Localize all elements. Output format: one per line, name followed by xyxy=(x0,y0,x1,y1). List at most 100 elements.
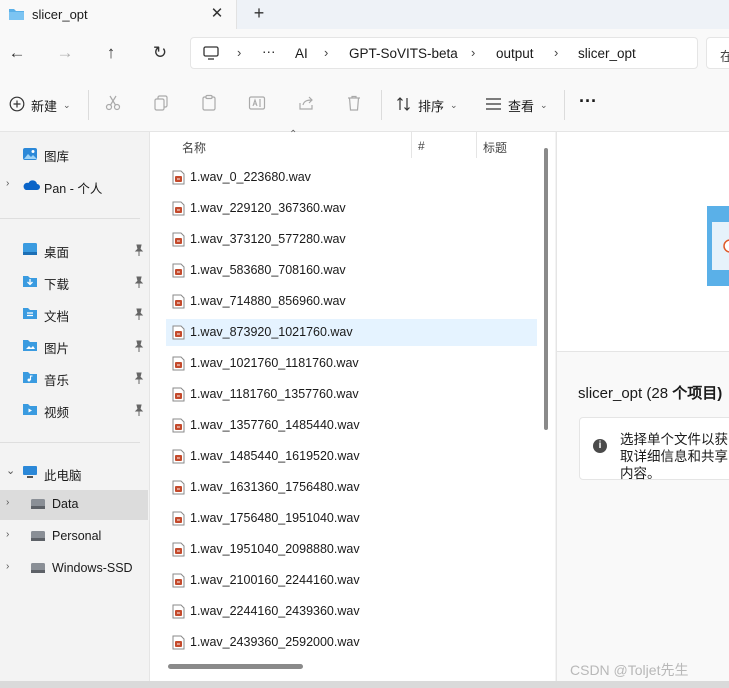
nav-item-onedrive[interactable]: › Pan - 个人 xyxy=(0,171,148,201)
refresh-icon[interactable]: ↻ xyxy=(148,41,172,65)
file-row[interactable]: 1.wav_1756480_1951040.wav xyxy=(166,505,537,532)
file-row[interactable]: 1.wav_1357760_1485440.wav xyxy=(166,412,537,439)
nav-item-pictures[interactable]: 图片 xyxy=(0,331,148,361)
file-row[interactable]: 1.wav_1181760_1357760.wav xyxy=(166,381,537,408)
rename-icon[interactable] xyxy=(248,94,270,116)
file-row[interactable]: 1.wav_1951040_2098880.wav xyxy=(166,536,537,563)
chevron-right-icon[interactable]: › xyxy=(6,178,9,189)
pin-icon[interactable] xyxy=(134,404,144,419)
command-bar: 新建 ⌄ 排序 ⌄ 查看 ⌄ ··· xyxy=(0,77,729,132)
music-folder-icon xyxy=(22,370,38,387)
sort-button[interactable]: 排序 ⌄ xyxy=(396,94,458,116)
wav-file-icon xyxy=(172,387,185,405)
nav-item-videos[interactable]: 视频 xyxy=(0,395,148,425)
file-row[interactable]: 1.wav_2244160_2439360.wav xyxy=(166,598,537,625)
divider xyxy=(88,90,89,120)
new-tab-button[interactable]: + xyxy=(248,3,270,25)
file-name: 1.wav_1021760_1181760.wav xyxy=(190,356,359,370)
paste-icon[interactable] xyxy=(200,94,222,116)
documents-folder-icon xyxy=(22,306,38,323)
column-divider[interactable] xyxy=(476,132,477,158)
this-pc-icon xyxy=(22,465,38,482)
details-pane: slicer_opt (28 个项目) i 选择单个文件以获取详细信息和共享内容… xyxy=(556,132,729,688)
search-input[interactable]: 在 xyxy=(706,37,729,69)
nav-item-this-pc[interactable]: ⌄ 此电脑 xyxy=(0,458,148,488)
file-row[interactable]: 1.wav_583680_708160.wav xyxy=(166,257,537,284)
up-icon[interactable]: ↑ xyxy=(99,41,123,65)
file-name: 1.wav_1357760_1485440.wav xyxy=(190,418,360,432)
file-name: 1.wav_229120_367360.wav xyxy=(190,201,346,215)
file-row[interactable]: 1.wav_1485440_1619520.wav xyxy=(166,443,537,470)
breadcrumb-ai[interactable]: AI xyxy=(295,46,308,61)
breadcrumb-output[interactable]: output xyxy=(496,46,534,61)
pin-icon[interactable] xyxy=(134,372,144,387)
nav-item-desktop[interactable]: 桌面 xyxy=(0,235,148,265)
wav-file-icon xyxy=(172,201,185,219)
nav-item-gallery[interactable]: 图库 xyxy=(0,139,148,169)
horizontal-scrollbar[interactable] xyxy=(168,664,303,669)
nav-item-documents[interactable]: 文档 xyxy=(0,299,148,329)
chevron-down-icon: ⌄ xyxy=(63,99,71,110)
copy-icon[interactable] xyxy=(152,94,174,116)
sort-icon xyxy=(396,96,412,115)
divider xyxy=(0,218,140,219)
delete-icon[interactable] xyxy=(345,94,367,116)
file-row[interactable]: 1.wav_0_223680.wav xyxy=(166,164,537,191)
file-row[interactable]: 1.wav_373120_577280.wav xyxy=(166,226,537,253)
pin-icon[interactable] xyxy=(134,276,144,291)
tab-slicer-opt[interactable]: slicer_opt ✕ xyxy=(0,0,237,29)
chevron-down-icon: ⌄ xyxy=(540,99,548,110)
file-row[interactable]: 1.wav_1021760_1181760.wav xyxy=(166,350,537,377)
tab-title: slicer_opt xyxy=(32,7,88,22)
close-tab-icon[interactable]: ✕ xyxy=(206,3,228,25)
column-header-name[interactable]: 名称 xyxy=(182,139,206,156)
cut-icon[interactable] xyxy=(104,94,126,116)
new-button[interactable]: 新建 ⌄ xyxy=(9,94,71,116)
chevron-right-icon[interactable]: › xyxy=(6,497,9,508)
breadcrumb-gpt-sovits[interactable]: GPT-SoVITS-beta xyxy=(349,46,458,61)
nav-item-drive-data[interactable]: › Data xyxy=(0,490,148,520)
nav-item-drive-personal[interactable]: › Personal xyxy=(0,522,148,552)
pin-icon[interactable] xyxy=(134,244,144,259)
file-row[interactable]: 1.wav_873920_1021760.wav xyxy=(166,319,537,346)
wav-file-icon xyxy=(172,511,185,529)
nav-item-drive-windows-ssd[interactable]: › Windows-SSD xyxy=(0,554,148,584)
pin-icon[interactable] xyxy=(134,308,144,323)
pin-icon[interactable] xyxy=(134,340,144,355)
file-name: 1.wav_2244160_2439360.wav xyxy=(190,604,360,618)
wav-file-icon xyxy=(172,356,185,374)
sort-ascending-icon: ⌃ xyxy=(289,129,298,140)
chevron-down-icon[interactable]: ⌄ xyxy=(6,464,15,477)
address-bar[interactable]: › ··· AI › GPT-SoVITS-beta › output › sl… xyxy=(190,37,698,69)
share-icon[interactable] xyxy=(297,94,319,116)
wav-file-icon xyxy=(172,418,185,436)
vertical-scrollbar[interactable] xyxy=(544,148,548,430)
nav-item-music[interactable]: 音乐 xyxy=(0,363,148,393)
wav-file-icon xyxy=(172,480,185,498)
file-row[interactable]: 1.wav_229120_367360.wav xyxy=(166,195,537,222)
navigation-pane: 图库 › Pan - 个人 桌面 下载 文档 图片 音乐 视频 ⌄ 此电脑 › … xyxy=(0,132,150,688)
more-options-icon[interactable]: ··· xyxy=(579,90,597,112)
column-header-title[interactable]: 标题 xyxy=(483,139,507,156)
file-name: 1.wav_873920_1021760.wav xyxy=(190,325,353,339)
nav-item-downloads[interactable]: 下载 xyxy=(0,267,148,297)
column-header-number[interactable]: # xyxy=(418,139,425,153)
file-row[interactable]: 1.wav_714880_856960.wav xyxy=(166,288,537,315)
bottom-edge xyxy=(0,681,729,688)
file-name: 1.wav_1485440_1619520.wav xyxy=(190,449,360,463)
chevron-right-icon[interactable]: › xyxy=(6,529,9,540)
breadcrumb-overflow[interactable]: ··· xyxy=(262,44,276,59)
view-button[interactable]: 查看 ⌄ xyxy=(485,94,548,116)
column-divider[interactable] xyxy=(411,132,412,158)
wav-file-icon xyxy=(172,604,185,622)
back-icon[interactable]: ← xyxy=(5,41,29,65)
breadcrumb-slicer-opt[interactable]: slicer_opt xyxy=(578,46,636,61)
forward-icon[interactable]: → xyxy=(53,41,77,65)
file-name: 1.wav_2439360_2592000.wav xyxy=(190,635,360,649)
wav-file-icon xyxy=(172,635,185,653)
plus-circle-icon xyxy=(9,96,25,115)
file-row[interactable]: 1.wav_1631360_1756480.wav xyxy=(166,474,537,501)
file-row[interactable]: 1.wav_2439360_2592000.wav xyxy=(166,629,537,656)
file-row[interactable]: 1.wav_2100160_2244160.wav xyxy=(166,567,537,594)
chevron-right-icon[interactable]: › xyxy=(6,561,9,572)
